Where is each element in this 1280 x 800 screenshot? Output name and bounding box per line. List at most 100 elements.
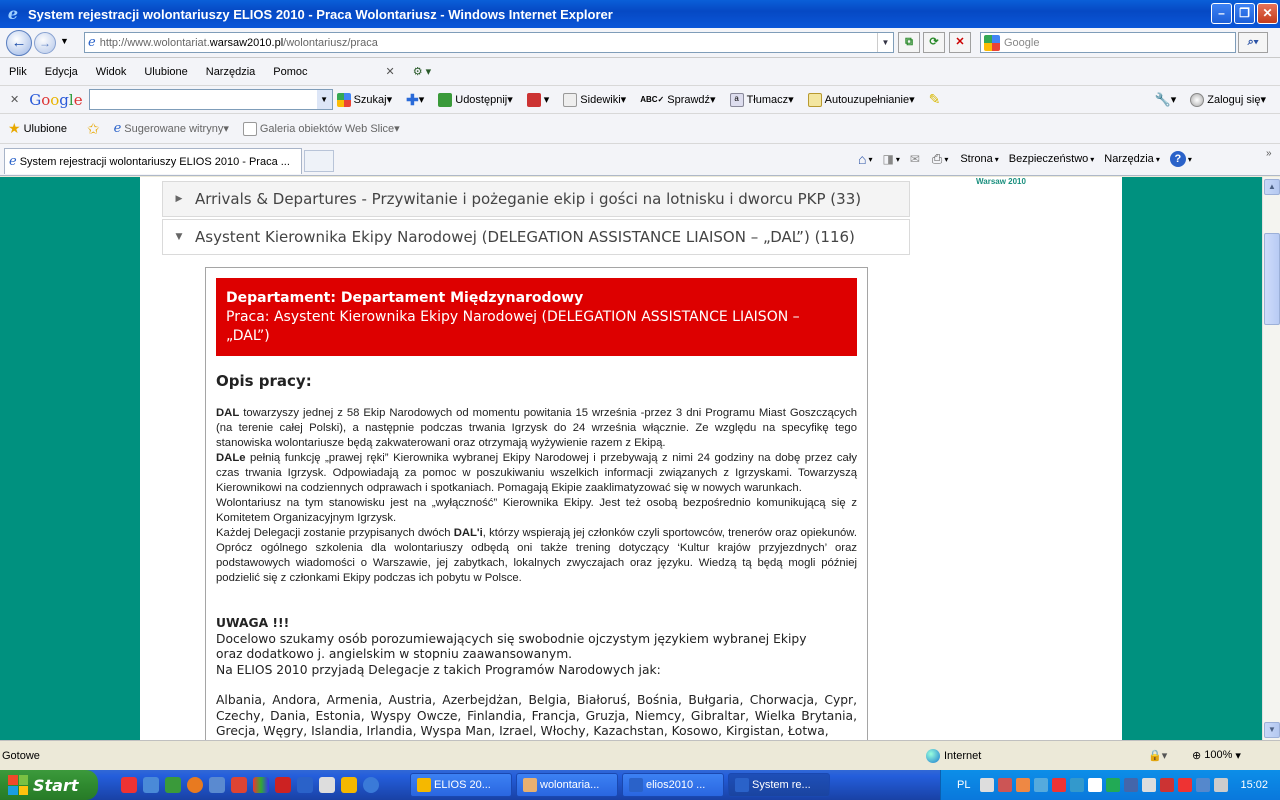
accordion-title: Asystent Kierownika Ekipy Narodowej (DEL… (195, 228, 855, 246)
sprawdz-button[interactable]: ABC✓ Sprawdź ▾ (640, 93, 715, 107)
highlight-button[interactable]: ✎ (929, 91, 941, 108)
address-bar[interactable]: e http://www.wolontariat. warsaw2010.pl/w… (84, 32, 894, 53)
menu-tools[interactable]: Narzędzia (197, 66, 265, 78)
vertical-scrollbar[interactable]: ▲ ▼ (1262, 177, 1280, 740)
print-icon[interactable]: ⎙ (932, 151, 942, 167)
menu-edit[interactable]: Edycja (36, 66, 87, 78)
start-button[interactable]: Start (0, 770, 98, 800)
tray-icon[interactable] (1214, 778, 1229, 792)
suggested-sites-link[interactable]: e Sugerowane witryny ▾ (114, 121, 229, 136)
feeds-icon[interactable]: ◨ (882, 152, 893, 166)
help-icon[interactable]: ? (1169, 151, 1186, 167)
back-button[interactable]: ← (6, 30, 32, 56)
autouzupelnianie-button[interactable]: Autouzupełnianie ▾ (807, 92, 915, 107)
zone-label: Internet (944, 750, 982, 762)
tray-icon[interactable] (1124, 778, 1139, 792)
udostepnij-button[interactable]: Udostępnij ▾ (438, 92, 513, 107)
tray-icon[interactable] (1178, 778, 1193, 792)
taskbar-task-1[interactable]: ELIOS 20... (410, 773, 512, 797)
app-icon[interactable] (363, 777, 379, 793)
szukaj-button[interactable]: Szukaj ▾ (336, 92, 392, 107)
window-title-bar[interactable]: e System rejestracji wolontariuszy ELIOS… (0, 0, 1280, 28)
tray-icon[interactable] (1088, 778, 1103, 792)
taskbar-task-2[interactable]: wolontaria... (516, 773, 618, 797)
opera-icon[interactable] (121, 777, 137, 793)
tab-active[interactable]: e System rejestracji wolontariuszy ELIOS … (4, 148, 302, 174)
maximize-button[interactable]: ❐ (1234, 3, 1255, 24)
zoom-control[interactable]: ⊕ 100% ▾ (1192, 749, 1241, 762)
ie-icon[interactable] (297, 777, 313, 793)
mail-icon[interactable]: ✉ (910, 152, 920, 166)
chevron-more-icon[interactable]: » (1266, 148, 1272, 159)
app-icon[interactable] (209, 777, 225, 793)
close-google-toolbar-icon[interactable]: ✕ (10, 93, 19, 106)
popup-blocker-button[interactable]: ▾ (526, 92, 549, 107)
refresh-icon[interactable]: ⟳ (923, 32, 945, 53)
app-icon[interactable] (231, 777, 247, 793)
close-button[interactable]: ✕ (1257, 3, 1278, 24)
menu-bezpieczenstwo[interactable]: Bezpieczeństwo (1009, 153, 1089, 165)
job-line: Praca: Asystent Kierownika Ekipy Narodow… (226, 309, 800, 344)
settings-button[interactable]: 🔧 ▾ (1155, 92, 1177, 108)
menu-narzedzia[interactable]: Narzędzia (1104, 153, 1154, 165)
job-description: DAL towarzyszy jednej z 58 Ekip Narodowy… (216, 407, 857, 584)
add-button[interactable]: ✚ ▾ (406, 91, 424, 109)
google-icon (336, 92, 351, 107)
tray-icon[interactable] (1052, 778, 1067, 792)
accordion-item-arrivals[interactable]: ▶ Arrivals & Departures - Przywitanie i … (162, 181, 910, 217)
tray-icon[interactable] (1070, 778, 1085, 792)
web-slice-gallery-link[interactable]: Galeria obiektów Web Slice ▾ (242, 121, 400, 136)
taskbar-task-4[interactable]: System re... (728, 773, 830, 797)
menu-strona[interactable]: Strona (960, 153, 992, 165)
signin-button[interactable]: Zaloguj się ▾ (1190, 92, 1266, 107)
new-tab-button[interactable] (304, 150, 334, 172)
compat-view-icon[interactable]: ⧉ (898, 32, 920, 53)
app-icon[interactable] (275, 777, 291, 793)
taskbar-task-3[interactable]: elios2010 ... (622, 773, 724, 797)
stop-icon[interactable]: ✕ (949, 32, 971, 53)
app-icon[interactable] (319, 777, 335, 793)
tray-icon[interactable] (980, 778, 995, 792)
home-icon[interactable]: ⌂ (858, 151, 866, 167)
tray-icon[interactable] (1160, 778, 1175, 792)
tray-icon[interactable] (1142, 778, 1157, 792)
menu-help[interactable]: Pomoc (264, 66, 316, 78)
scroll-up-icon[interactable]: ▲ (1264, 179, 1280, 195)
address-row: ← → ▼ e http://www.wolontariat. warsaw201… (0, 28, 1280, 58)
search-box[interactable]: Google (980, 32, 1236, 53)
app-icon[interactable] (341, 777, 357, 793)
sidewiki-button[interactable]: Sidewiki ▾ (563, 92, 626, 107)
history-dropdown-icon[interactable]: ▼ (60, 36, 69, 46)
menu-favorites[interactable]: Ulubione (135, 66, 196, 78)
tray-icon[interactable] (1016, 778, 1031, 792)
scroll-down-icon[interactable]: ▼ (1264, 722, 1280, 738)
menu-view[interactable]: Widok (87, 66, 136, 78)
protected-mode-icon[interactable]: 🔒▾ (1148, 749, 1167, 762)
tray-icon[interactable] (998, 778, 1013, 792)
quick-launch (118, 777, 382, 793)
minimize-button[interactable]: – (1211, 3, 1232, 24)
addon-icon[interactable]: ⚙ ▾ (404, 65, 440, 78)
forward-button[interactable]: → (34, 32, 56, 54)
menu-file[interactable]: Plik (0, 66, 36, 78)
firefox-icon[interactable] (187, 777, 203, 793)
close-toolbar-icon[interactable]: ✕ (377, 65, 404, 78)
app-icon[interactable] (165, 777, 181, 793)
tray-icon[interactable] (1196, 778, 1211, 792)
page-body: Warsaw 2010 ▶ Arrivals & Departures - Pr… (140, 177, 1122, 740)
tlumacz-button[interactable]: a Tłumacz ▾ (729, 92, 794, 107)
app-icon[interactable] (143, 777, 159, 793)
term-dale: DALe (216, 452, 246, 464)
tray-icon[interactable] (1106, 778, 1121, 792)
clock[interactable]: 15:02 (1240, 779, 1268, 791)
language-indicator[interactable]: PL (957, 779, 970, 791)
tray-icon[interactable] (1034, 778, 1049, 792)
address-dropdown-icon[interactable]: ▼ (877, 33, 893, 52)
add-favorite-button[interactable]: ✩ (87, 120, 100, 138)
accordion-item-dal[interactable]: ▼ Asystent Kierownika Ekipy Narodowej (D… (162, 219, 910, 255)
scroll-thumb[interactable] (1264, 233, 1280, 325)
favorites-button[interactable]: ★ Ulubione (8, 120, 67, 137)
search-go-icon[interactable]: ⌕▾ (1238, 32, 1268, 53)
google-search-input[interactable]: ▼ (88, 89, 333, 110)
app-icon[interactable] (253, 777, 269, 793)
